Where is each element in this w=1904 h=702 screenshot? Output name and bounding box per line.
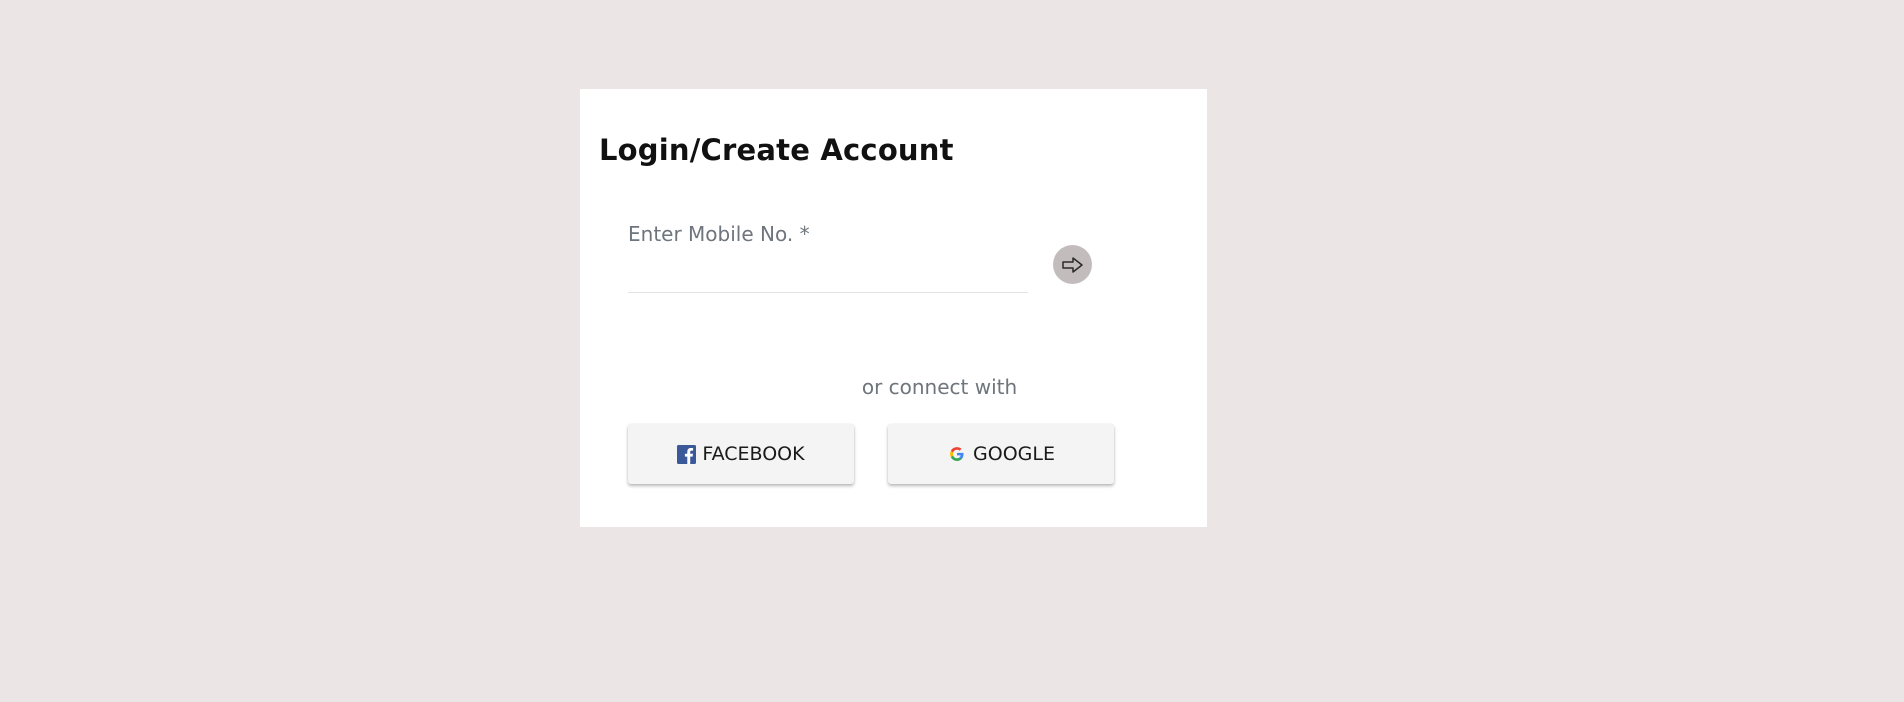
connect-with-text: or connect with	[861, 375, 1018, 399]
facebook-login-button[interactable]: FACEBOOK	[628, 424, 854, 484]
mobile-input[interactable]	[628, 260, 1028, 293]
mobile-field-label: Enter Mobile No. *	[628, 222, 810, 246]
mobile-field: Enter Mobile No. *	[628, 222, 1028, 296]
arrow-right-icon	[1061, 255, 1085, 275]
submit-mobile-button[interactable]	[1053, 245, 1092, 284]
google-icon	[947, 444, 967, 464]
login-card: Login/Create Account Enter Mobile No. * …	[580, 89, 1207, 527]
google-button-label: GOOGLE	[973, 443, 1055, 465]
google-login-button[interactable]: GOOGLE	[888, 424, 1114, 484]
facebook-button-label: FACEBOOK	[702, 443, 805, 465]
page-title: Login/Create Account	[599, 133, 954, 167]
facebook-icon	[677, 444, 697, 464]
